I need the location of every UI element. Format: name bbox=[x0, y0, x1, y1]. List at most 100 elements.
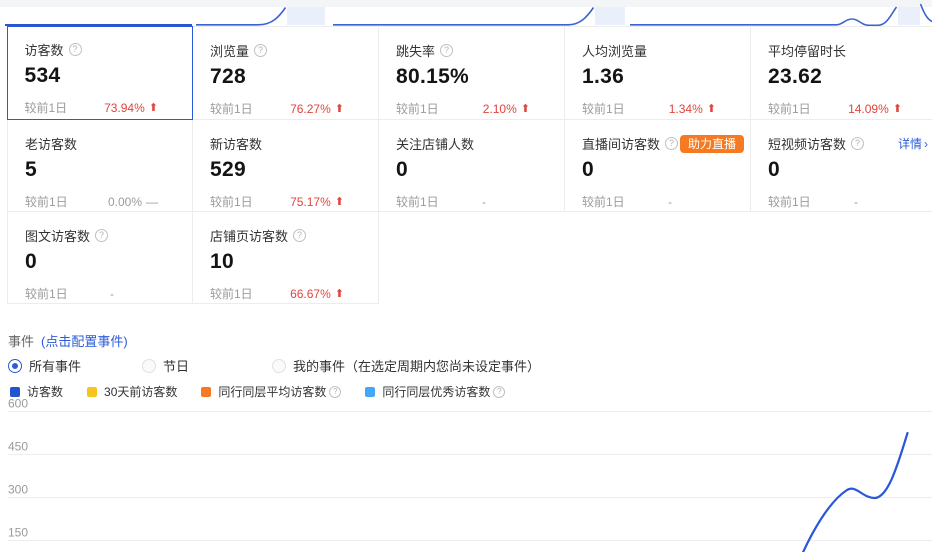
details-link[interactable]: 详情› bbox=[898, 135, 928, 152]
radio-all-events[interactable]: 所有事件 bbox=[8, 356, 81, 375]
metric-card-image-text-visitors[interactable]: 图文访客数 ? 0 较前1日 - bbox=[7, 212, 193, 304]
metric-card-livestream-visitors[interactable]: 直播间访客数 ? 助力直播 0 较前1日 - bbox=[565, 120, 751, 212]
compare-label: 较前1日 bbox=[582, 193, 625, 210]
empty-grid-cell bbox=[379, 212, 565, 304]
radio-label: 我的事件（在选定周期内您尚未设定事件） bbox=[293, 356, 540, 375]
metric-value: 0 bbox=[768, 158, 928, 182]
metric-card-visitors[interactable]: 访客数 ? 534 较前1日 73.94% ⬆ bbox=[7, 26, 193, 120]
metric-card-shop-followers[interactable]: 关注店铺人数 0 较前1日 - bbox=[379, 120, 565, 212]
radio-label: 节日 bbox=[163, 356, 189, 375]
trend-chart-svg: 600 450 300 150 bbox=[0, 398, 932, 552]
radio-holidays[interactable]: 节日 bbox=[142, 356, 189, 375]
info-icon[interactable]: ? bbox=[95, 229, 108, 242]
compare-label: 较前1日 bbox=[768, 100, 811, 117]
up-arrow-icon: ⬆ bbox=[707, 102, 716, 115]
metric-value: 5 bbox=[25, 158, 184, 182]
metric-title-row: 店铺页访客数 ? bbox=[210, 228, 370, 243]
compare-label: 较前1日 bbox=[396, 100, 439, 117]
info-icon[interactable]: ? bbox=[493, 386, 505, 398]
change-value: 73.94% ⬆ bbox=[104, 101, 158, 115]
configure-events-link[interactable]: (点击配置事件) bbox=[41, 331, 128, 350]
ytick-150: 150 bbox=[8, 526, 28, 540]
info-icon[interactable]: ? bbox=[69, 43, 82, 56]
metric-card-avg-pageviews[interactable]: 人均浏览量 1.36 较前1日 1.34% ⬆ bbox=[565, 26, 751, 120]
metric-title: 直播间访客数 bbox=[582, 134, 660, 153]
metric-card-avg-stay-duration[interactable]: 平均停留时长 23.62 较前1日 14.09% ⬆ bbox=[751, 26, 932, 120]
metric-value: 0 bbox=[25, 250, 184, 274]
top-cropped-sparklines bbox=[0, 0, 932, 26]
info-icon[interactable]: ? bbox=[440, 44, 453, 57]
store-analytics-dashboard: 访客数 ? 534 较前1日 73.94% ⬆ 浏览量 ? 728 较前1日 bbox=[0, 0, 932, 552]
ytick-600: 600 bbox=[8, 398, 28, 411]
metric-card-short-video-visitors[interactable]: 短视频访客数 ? 详情› 0 较前1日 - bbox=[751, 120, 932, 212]
compare-label: 较前1日 bbox=[768, 193, 811, 210]
info-icon[interactable]: ? bbox=[665, 137, 678, 150]
metric-value: 534 bbox=[25, 64, 185, 88]
change-value: 75.17% ⬆ bbox=[290, 195, 344, 209]
change-value: 0.00% — bbox=[108, 195, 158, 209]
metric-title: 短视频访客数 bbox=[768, 134, 846, 153]
up-arrow-icon: ⬆ bbox=[149, 101, 158, 114]
metric-card-bounce-rate[interactable]: 跳失率 ? 80.15% 较前1日 2.10% ⬆ bbox=[379, 26, 565, 120]
metric-title-row: 关注店铺人数 bbox=[396, 136, 556, 151]
radio-unselected-icon bbox=[142, 359, 156, 373]
metric-compare-row: 较前1日 - bbox=[25, 285, 184, 302]
legend-swatch-yellow bbox=[87, 387, 97, 397]
radio-label: 所有事件 bbox=[29, 356, 81, 375]
info-icon[interactable]: ? bbox=[293, 229, 306, 242]
info-icon[interactable]: ? bbox=[851, 137, 864, 150]
legend-swatch-lightblue bbox=[365, 387, 375, 397]
metric-title: 浏览量 bbox=[210, 41, 249, 60]
metric-title-row: 直播间访客数 ? 助力直播 bbox=[582, 136, 742, 151]
change-value: 2.10% ⬆ bbox=[483, 102, 530, 116]
metric-card-pageviews[interactable]: 浏览量 ? 728 较前1日 76.27% ⬆ bbox=[193, 26, 379, 120]
visitors-trend-chart[interactable]: 600 450 300 150 bbox=[0, 398, 932, 552]
radio-selected-icon bbox=[8, 359, 22, 373]
compare-label: 较前1日 bbox=[25, 193, 68, 210]
radio-unselected-icon bbox=[272, 359, 286, 373]
compare-label: 较前1日 bbox=[396, 193, 439, 210]
metric-compare-row: 较前1日 - bbox=[582, 193, 742, 210]
metric-compare-row: 较前1日 75.17% ⬆ bbox=[210, 193, 370, 210]
events-header: 事件 (点击配置事件) bbox=[8, 331, 608, 350]
metric-title: 关注店铺人数 bbox=[396, 134, 474, 153]
change-value: 66.67% ⬆ bbox=[290, 287, 344, 301]
empty-grid-cell bbox=[565, 212, 751, 304]
events-section: 事件 (点击配置事件) 所有事件 节日 我的事件（在选定周期内您尚未设定事件） bbox=[8, 331, 608, 374]
visitors-line-series bbox=[797, 433, 908, 552]
radio-my-events[interactable]: 我的事件（在选定周期内您尚未设定事件） bbox=[272, 356, 540, 375]
metric-value: 1.36 bbox=[582, 65, 742, 89]
metric-card-new-visitors[interactable]: 新访客数 529 较前1日 75.17% ⬆ bbox=[193, 120, 379, 212]
legend-swatch-blue bbox=[10, 387, 20, 397]
up-arrow-icon: ⬆ bbox=[335, 195, 344, 208]
metric-cards-grid: 访客数 ? 534 较前1日 73.94% ⬆ 浏览量 ? 728 较前1日 bbox=[7, 26, 932, 304]
metric-title: 新访客数 bbox=[210, 134, 262, 153]
metric-title-row: 新访客数 bbox=[210, 136, 370, 151]
y-axis-tick-labels: 600 450 300 150 bbox=[8, 398, 28, 540]
change-value: 76.27% ⬆ bbox=[290, 102, 344, 116]
boost-livestream-badge[interactable]: 助力直播 bbox=[680, 135, 744, 153]
sparkline-strip-svg bbox=[0, 0, 932, 26]
metric-compare-row: 较前1日 2.10% ⬆ bbox=[396, 100, 556, 117]
up-arrow-icon: ⬆ bbox=[893, 102, 902, 115]
info-icon[interactable]: ? bbox=[329, 386, 341, 398]
gridlines bbox=[8, 412, 932, 541]
metric-value: 529 bbox=[210, 158, 370, 182]
up-arrow-icon: ⬆ bbox=[335, 287, 344, 300]
flat-dash-icon: — bbox=[146, 195, 158, 209]
ytick-450: 450 bbox=[8, 440, 28, 454]
info-icon[interactable]: ? bbox=[254, 44, 267, 57]
metric-value: 10 bbox=[210, 250, 370, 274]
change-value: - bbox=[110, 287, 114, 301]
metric-title: 跳失率 bbox=[396, 41, 435, 60]
events-label: 事件 bbox=[8, 331, 34, 350]
metric-title-row: 浏览量 ? bbox=[210, 43, 370, 58]
metric-title: 访客数 bbox=[25, 40, 64, 59]
compare-label: 较前1日 bbox=[210, 285, 253, 302]
change-value: 14.09% ⬆ bbox=[848, 102, 902, 116]
metric-compare-row: 较前1日 66.67% ⬆ bbox=[210, 285, 370, 302]
metric-card-shop-page-visitors[interactable]: 店铺页访客数 ? 10 较前1日 66.67% ⬆ bbox=[193, 212, 379, 304]
metric-card-returning-visitors[interactable]: 老访客数 5 较前1日 0.00% — bbox=[7, 120, 193, 212]
metric-title-row: 访客数 ? bbox=[25, 42, 185, 57]
change-value: - bbox=[668, 195, 672, 209]
